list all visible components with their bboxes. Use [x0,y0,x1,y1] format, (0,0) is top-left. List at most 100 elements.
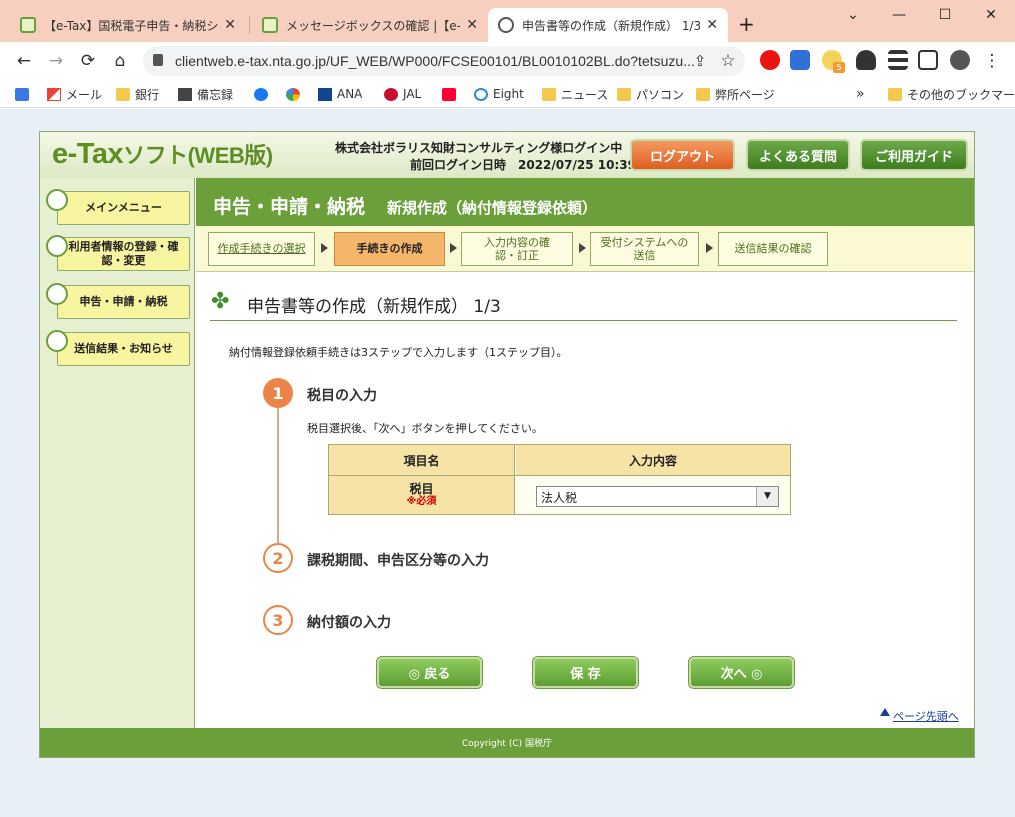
step2-title: 課税期間、申告区分等の入力 [307,553,489,569]
tab-search-icon[interactable]: ⌄ [830,0,876,30]
page-title: 申告書等の作成（新規作成） 1/3 [247,297,501,317]
bookmark-pc[interactable]: パソコン [617,86,684,102]
bookmark-facebook[interactable] [254,86,273,102]
profile-avatar[interactable] [950,50,970,70]
save-button[interactable]: 保 存 [533,657,638,688]
bookmark-news[interactable]: ニュース [542,86,608,102]
minimize-button[interactable]: — [876,0,922,30]
page-top-link[interactable]: ページ先頭へ [893,708,959,724]
step-arrow-icon [450,243,457,253]
bookmark-star-icon[interactable]: ☆ [716,50,740,72]
section-title: 申告・申請・納税 [213,196,366,218]
reload-icon[interactable]: ⟳ [76,50,100,72]
chevron-down-icon[interactable]: ▼ [756,487,778,506]
bookmark-google[interactable] [286,86,305,102]
bookmark-calendar[interactable] [15,86,34,102]
extensions-puzzle-icon[interactable] [856,50,876,70]
tax-item-label: 税目 [409,481,434,496]
intro-text: 納付情報登録依頼手続きは3ステップで入力します（1ステップ目）。 [229,346,568,359]
jal-icon [384,87,398,101]
bookmark-yahoo[interactable] [442,86,461,102]
step-create-procedure: 手続きの作成 [334,232,445,266]
forward-icon[interactable]: → [44,50,68,72]
step-number-badge: 2 [263,543,293,573]
footer-copyright: Copyright (C) 国税庁 [40,728,974,757]
user-settings-icon [46,235,68,257]
sidebar-item-main-menu[interactable]: メインメニュー [57,191,190,225]
browser-tab[interactable]: メッセージボックスの確認 |【e-Tax】国 ✕ [252,8,488,42]
sidebar-item-filing[interactable]: 申告・申請・納税 [57,285,190,319]
tab-close-icon[interactable]: ✕ [224,17,236,33]
browser-tab[interactable]: 【e-Tax】国税電子申告・納税システ ✕ [10,8,246,42]
step-number-badge: 1 [263,378,293,408]
login-user-text: 株式会社ボラリス知財コンサルティング様ログイン中 [335,141,623,155]
folder-icon [116,87,130,101]
bookmark-notes[interactable]: 備忘録 [178,86,233,102]
step-connector [277,408,279,543]
bookmarks-overflow-icon[interactable]: » [856,86,865,102]
close-window-button[interactable]: ✕ [968,0,1014,30]
table-header-item: 項目名 [329,445,515,475]
required-mark: ※必須 [406,496,437,508]
clover-icon: ✤ [211,289,230,314]
bookmark-bank[interactable]: 銀行 [116,86,159,102]
folder-icon [696,87,710,101]
notes-icon [178,87,192,101]
etax-logo: e-Taxソフト(WEB版) [52,138,273,170]
faq-button[interactable]: よくある質問 [746,139,850,171]
share-icon[interactable]: ⇪ [688,50,712,72]
tab-title: メッセージボックスの確認 |【e-Tax】国 [286,18,460,33]
tab-close-icon[interactable]: ✕ [706,17,718,33]
bookmark-ana[interactable]: ANA [318,86,362,102]
logout-button[interactable]: ログアウト [630,139,735,171]
browser-tab-active[interactable]: 申告書等の作成（新規作成） 1/3 ✕ [488,8,728,42]
etax-favicon-icon [262,17,278,33]
maximize-button[interactable]: ☐ [922,0,968,30]
tab-title: 申告書等の作成（新規作成） 1/3 [522,18,701,33]
reading-list-icon[interactable] [888,50,908,70]
lock-icon[interactable] [153,54,163,66]
globe-icon [498,17,514,33]
sidebar-item-results[interactable]: 送信結果・お知らせ [57,332,190,366]
bookmark-eight[interactable]: Eight [474,86,524,102]
table-header-input: 入力内容 [516,445,790,475]
step1-description: 税目選択後、「次へ」ボタンを押してください。 [307,422,543,435]
home-icon[interactable]: ⌂ [108,50,132,72]
yahoo-icon [442,87,456,101]
gmail-icon [47,87,61,101]
tab-separator [249,16,250,34]
folder-icon [617,87,631,101]
new-tab-button[interactable]: + [738,12,755,36]
step-select-procedure[interactable]: 作成手続きの選択 [208,232,315,266]
bookmark-office[interactable]: 弊所ページ [696,86,775,102]
other-bookmarks[interactable]: その他のブックマーク [888,86,1015,102]
arrow-up-icon [880,708,890,716]
guide-button[interactable]: ご利用ガイド [860,139,968,171]
document-icon [46,283,68,305]
tax-item-label-cell: 税目 ※必須 [329,476,515,514]
ana-icon [318,87,332,101]
folder-icon [888,87,902,101]
tab-title: 【e-Tax】国税電子申告・納税システ [44,18,219,33]
side-panel-icon[interactable] [918,50,938,70]
extension-badge: 5 [833,62,845,73]
extension-opera-icon[interactable] [760,50,780,70]
sidebar-item-user-info[interactable]: 利用者情報の登録・確認・変更 [57,237,190,271]
bookmark-mail[interactable]: メール [47,86,102,102]
url-text[interactable]: clientweb.e-tax.nta.go.jp/UF_WEB/WP000/F… [175,53,695,69]
step-arrow-icon [579,243,586,253]
extension-window-icon[interactable] [790,50,810,70]
tab-close-icon[interactable]: ✕ [466,17,478,33]
home-icon [46,189,68,211]
step3-title: 納付額の入力 [307,615,391,631]
facebook-icon [254,87,268,101]
back-icon[interactable]: ← [12,50,36,72]
section-subtitle: 新規作成（納付情報登録依頼） [387,199,598,217]
heading-underline [210,320,957,321]
bookmark-jal[interactable]: JAL [384,86,421,102]
google-icon [286,87,300,101]
tax-item-select[interactable]: 法人税 [536,486,779,507]
back-button[interactable]: ◎ 戻る [377,657,482,688]
menu-icon[interactable]: ⋮ [980,50,1004,72]
next-button[interactable]: 次へ ◎ [689,657,794,688]
